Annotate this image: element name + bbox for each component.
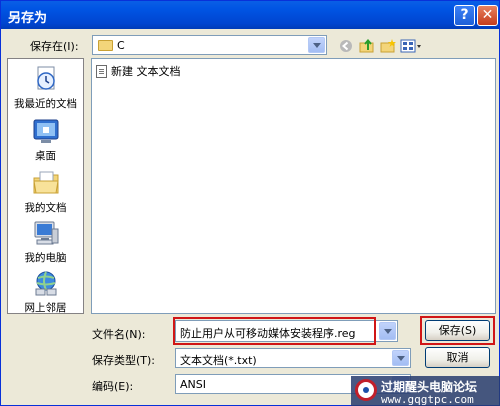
place-network[interactable]: 网上邻居 (8, 269, 83, 315)
place-desktop[interactable]: 桌面 (8, 117, 83, 163)
places-bar: 我最近的文档 桌面 我的文档 我的电脑 网上邻居 (7, 58, 84, 314)
file-list[interactable]: 新建 文本文档 (91, 58, 496, 314)
my-computer-icon (32, 219, 60, 247)
title-bar: 另存为 ? ✕ (1, 1, 499, 29)
file-name: 新建 文本文档 (111, 65, 181, 78)
recent-documents-icon (32, 65, 60, 93)
filetype-dropdown[interactable]: 文本文档(*.txt) (175, 348, 411, 368)
my-documents-icon (32, 169, 60, 197)
highlight-box-save (420, 316, 495, 345)
dialog-title: 另存为 (8, 11, 48, 26)
highlight-box-filename (173, 317, 376, 345)
text-file-icon (96, 64, 107, 78)
cancel-button[interactable]: 取消 (425, 347, 490, 368)
save-in-label: 保存在(I): (30, 40, 79, 53)
place-label: 网上邻居 (24, 302, 67, 314)
save-in-value: C (117, 39, 125, 52)
chevron-down-icon[interactable] (308, 37, 325, 53)
close-button[interactable]: ✕ (477, 5, 498, 26)
watermark: 过期醒头电脑论坛 www.gqgtpc.com (351, 376, 500, 406)
list-item[interactable]: 新建 文本文档 (96, 63, 181, 79)
save-as-dialog: 另存为 ? ✕ 保存在(I): C 我最近的文档 桌面 我的文档 我的电脑 网上… (0, 0, 500, 406)
place-label: 我最近的文档 (14, 98, 77, 110)
help-button[interactable]: ? (454, 5, 475, 26)
watermark-logo-icon (355, 379, 377, 401)
network-places-icon (32, 269, 60, 297)
chevron-down-icon[interactable] (379, 322, 396, 340)
view-menu-icon[interactable] (400, 39, 424, 53)
place-label: 我的文档 (24, 202, 67, 214)
filetype-value: 文本文档(*.txt) (180, 354, 257, 367)
new-folder-icon[interactable] (380, 39, 396, 53)
place-recent-documents[interactable]: 我最近的文档 (8, 65, 83, 111)
place-label: 我的电脑 (24, 252, 67, 264)
encoding-value: ANSI (180, 378, 206, 391)
place-my-documents[interactable]: 我的文档 (8, 169, 83, 215)
watermark-url: www.gqgtpc.com (381, 393, 474, 406)
desktop-icon (32, 117, 60, 145)
chevron-down-icon[interactable] (392, 350, 409, 366)
folder-icon (98, 40, 113, 51)
back-icon[interactable] (339, 39, 353, 53)
encoding-label: 编码(E): (92, 380, 134, 393)
filename-label: 文件名(N): (92, 328, 146, 341)
place-my-computer[interactable]: 我的电脑 (8, 219, 83, 265)
filetype-label: 保存类型(T): (92, 354, 156, 367)
save-in-dropdown[interactable]: C (92, 35, 327, 55)
place-label: 桌面 (35, 150, 56, 162)
up-folder-icon[interactable] (359, 39, 375, 53)
